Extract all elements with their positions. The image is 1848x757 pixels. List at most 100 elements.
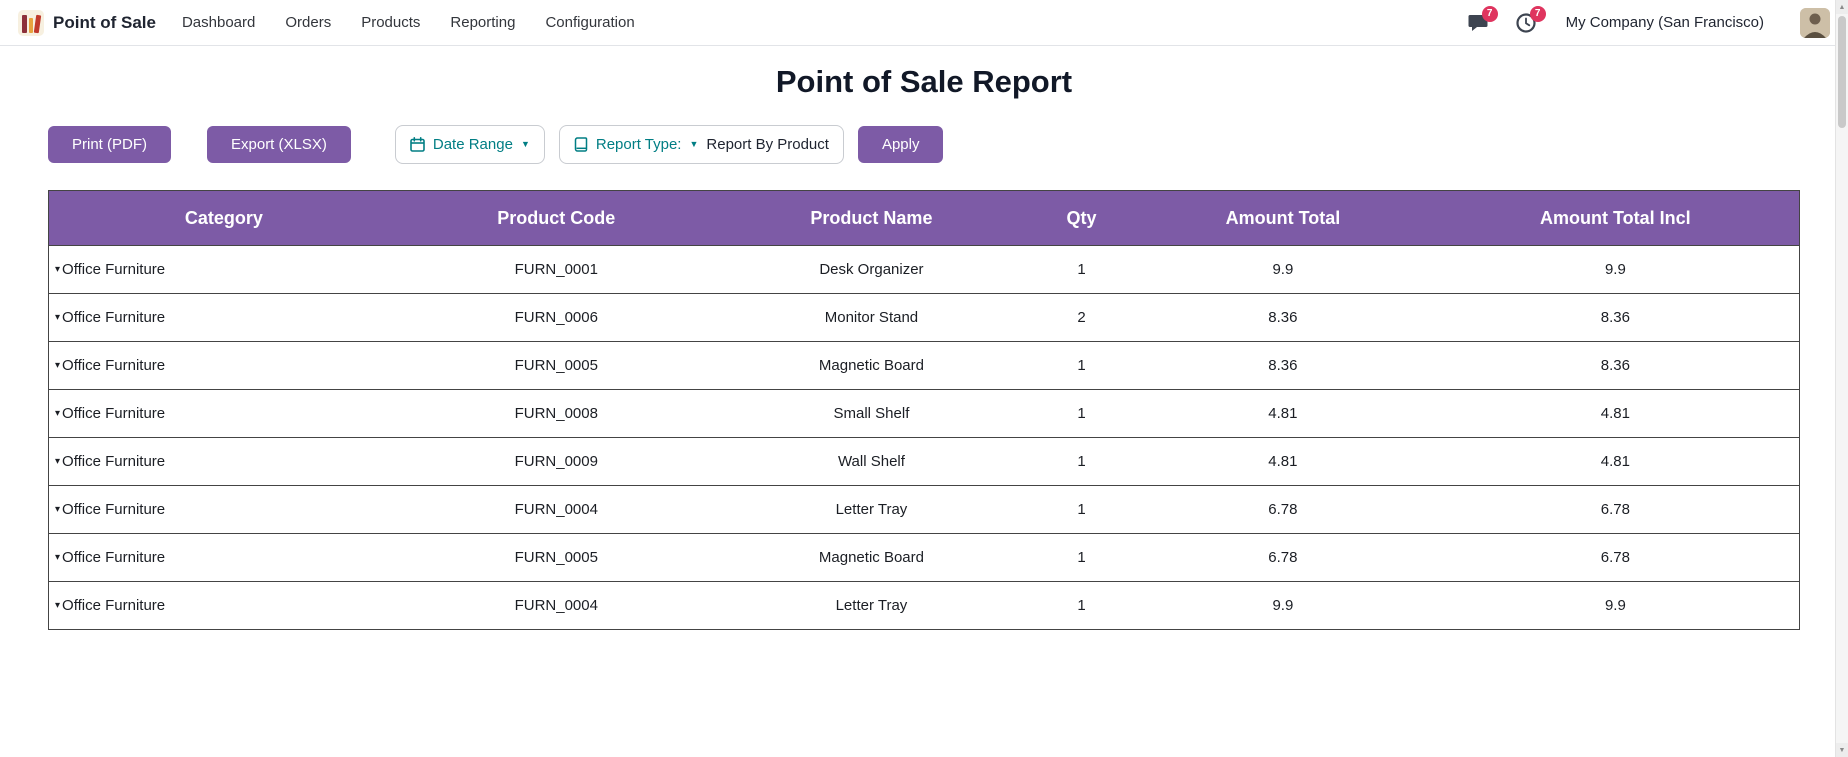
table-row: ▾ Office Furniture FURN_0009 Wall Shelf … [49, 438, 1800, 486]
table-row: ▾ Office Furniture FURN_0004 Letter Tray… [49, 486, 1800, 534]
expand-caret-icon[interactable]: ▾ [55, 601, 60, 611]
activities-button[interactable]: 7 [1514, 11, 1538, 35]
product-name-cell: Desk Organizer [714, 246, 1029, 294]
category-cell: ▾ Office Furniture [49, 534, 399, 582]
table-row: ▾ Office Furniture FURN_0006 Monitor Sta… [49, 294, 1800, 342]
expand-caret-icon[interactable]: ▾ [55, 361, 60, 371]
scroll-down-arrow[interactable]: ▼ [1836, 743, 1848, 757]
product-code-cell: FURN_0006 [399, 294, 714, 342]
product-name-cell: Monitor Stand [714, 294, 1029, 342]
report-type-dropdown[interactable]: Report Type: ▼ Report By Product [559, 125, 844, 164]
menu-item-orders[interactable]: Orders [285, 14, 331, 31]
messages-button[interactable]: 7 [1466, 11, 1490, 35]
amount-total-cell: 6.78 [1134, 534, 1432, 582]
menu-item-reporting[interactable]: Reporting [450, 14, 515, 31]
amount-total-incl-cell: 9.9 [1432, 246, 1800, 294]
amount-total-incl-cell: 4.81 [1432, 390, 1800, 438]
amount-total-incl-cell: 8.36 [1432, 342, 1800, 390]
expand-caret-icon[interactable]: ▾ [55, 457, 60, 467]
chevron-down-icon: ▼ [521, 140, 530, 149]
header-amount-total: Amount Total [1134, 191, 1432, 246]
qty-cell: 1 [1029, 534, 1134, 582]
apply-button[interactable]: Apply [858, 126, 944, 163]
report-toolbar: Print (PDF) Export (XLSX) Date Range ▼ R… [48, 122, 1800, 166]
app-switcher[interactable]: Point of Sale [18, 10, 156, 36]
expand-caret-icon[interactable]: ▾ [55, 505, 60, 515]
product-code-cell: FURN_0008 [399, 390, 714, 438]
product-code-cell: FURN_0004 [399, 582, 714, 630]
report-type-label: Report Type: [596, 137, 682, 152]
header-category: Category [49, 191, 399, 246]
page-title: Point of Sale Report [48, 64, 1800, 100]
category-cell: ▾ Office Furniture [49, 438, 399, 486]
print-pdf-button[interactable]: Print (PDF) [48, 126, 171, 163]
category-cell: ▾ Office Furniture [49, 342, 399, 390]
date-range-label: Date Range [433, 137, 513, 152]
qty-cell: 1 [1029, 246, 1134, 294]
expand-caret-icon[interactable]: ▾ [55, 313, 60, 323]
category-cell: ▾ Office Furniture [49, 390, 399, 438]
amount-total-incl-cell: 6.78 [1432, 486, 1800, 534]
category-cell: ▾ Office Furniture [49, 486, 399, 534]
product-name-cell: Letter Tray [714, 582, 1029, 630]
product-name-cell: Small Shelf [714, 390, 1029, 438]
user-avatar[interactable] [1800, 8, 1830, 38]
messages-badge: 7 [1482, 6, 1498, 22]
report-table: Category Product Code Product Name Qty A… [48, 190, 1800, 630]
product-name-cell: Magnetic Board [714, 342, 1029, 390]
product-code-cell: FURN_0004 [399, 486, 714, 534]
header-amount-total-incl: Amount Total Incl [1432, 191, 1800, 246]
table-row: ▾ Office Furniture FURN_0005 Magnetic Bo… [49, 534, 1800, 582]
qty-cell: 1 [1029, 342, 1134, 390]
expand-caret-icon[interactable]: ▾ [55, 553, 60, 563]
qty-cell: 1 [1029, 438, 1134, 486]
category-cell: ▾ Office Furniture [49, 246, 399, 294]
activities-badge: 7 [1530, 6, 1546, 22]
amount-total-cell: 4.81 [1134, 390, 1432, 438]
qty-cell: 1 [1029, 390, 1134, 438]
header-product-code: Product Code [399, 191, 714, 246]
product-code-cell: FURN_0005 [399, 342, 714, 390]
date-range-dropdown[interactable]: Date Range ▼ [395, 125, 545, 164]
qty-cell: 2 [1029, 294, 1134, 342]
export-xlsx-button[interactable]: Export (XLSX) [207, 126, 351, 163]
qty-cell: 1 [1029, 582, 1134, 630]
odoo-apps-icon [18, 10, 44, 36]
category-cell: ▾ Office Furniture [49, 582, 399, 630]
expand-caret-icon[interactable]: ▾ [55, 409, 60, 419]
header-product-name: Product Name [714, 191, 1029, 246]
table-row: ▾ Office Furniture FURN_0001 Desk Organi… [49, 246, 1800, 294]
amount-total-cell: 9.9 [1134, 246, 1432, 294]
menu-item-configuration[interactable]: Configuration [545, 14, 634, 31]
scrollbar-thumb[interactable] [1838, 16, 1846, 128]
top-navbar: Point of Sale Dashboard Orders Products … [0, 0, 1848, 46]
menu-item-products[interactable]: Products [361, 14, 420, 31]
category-cell: ▾ Office Furniture [49, 294, 399, 342]
product-name-cell: Magnetic Board [714, 534, 1029, 582]
scroll-up-arrow[interactable]: ▲ [1836, 0, 1848, 14]
table-row: ▾ Office Furniture FURN_0005 Magnetic Bo… [49, 342, 1800, 390]
amount-total-cell: 9.9 [1134, 582, 1432, 630]
menu-item-dashboard[interactable]: Dashboard [182, 14, 255, 31]
report-type-value: Report By Product [706, 137, 829, 152]
amount-total-cell: 8.36 [1134, 342, 1432, 390]
main-menu: Dashboard Orders Products Reporting Conf… [182, 14, 635, 31]
amount-total-incl-cell: 9.9 [1432, 582, 1800, 630]
expand-caret-icon[interactable]: ▾ [55, 265, 60, 275]
report-table-body: ▾ Office Furniture FURN_0001 Desk Organi… [49, 246, 1800, 630]
chevron-down-icon: ▼ [689, 140, 698, 149]
amount-total-incl-cell: 8.36 [1432, 294, 1800, 342]
vertical-scrollbar[interactable]: ▲ ▼ [1835, 0, 1848, 757]
table-header-row: Category Product Code Product Name Qty A… [49, 191, 1800, 246]
amount-total-incl-cell: 6.78 [1432, 534, 1800, 582]
product-code-cell: FURN_0005 [399, 534, 714, 582]
amount-total-cell: 6.78 [1134, 486, 1432, 534]
amount-total-cell: 4.81 [1134, 438, 1432, 486]
report-page: Point of Sale Report Print (PDF) Export … [0, 64, 1848, 630]
company-selector[interactable]: My Company (San Francisco) [1566, 14, 1764, 31]
app-title[interactable]: Point of Sale [53, 13, 156, 33]
product-code-cell: FURN_0001 [399, 246, 714, 294]
header-qty: Qty [1029, 191, 1134, 246]
amount-total-incl-cell: 4.81 [1432, 438, 1800, 486]
product-code-cell: FURN_0009 [399, 438, 714, 486]
